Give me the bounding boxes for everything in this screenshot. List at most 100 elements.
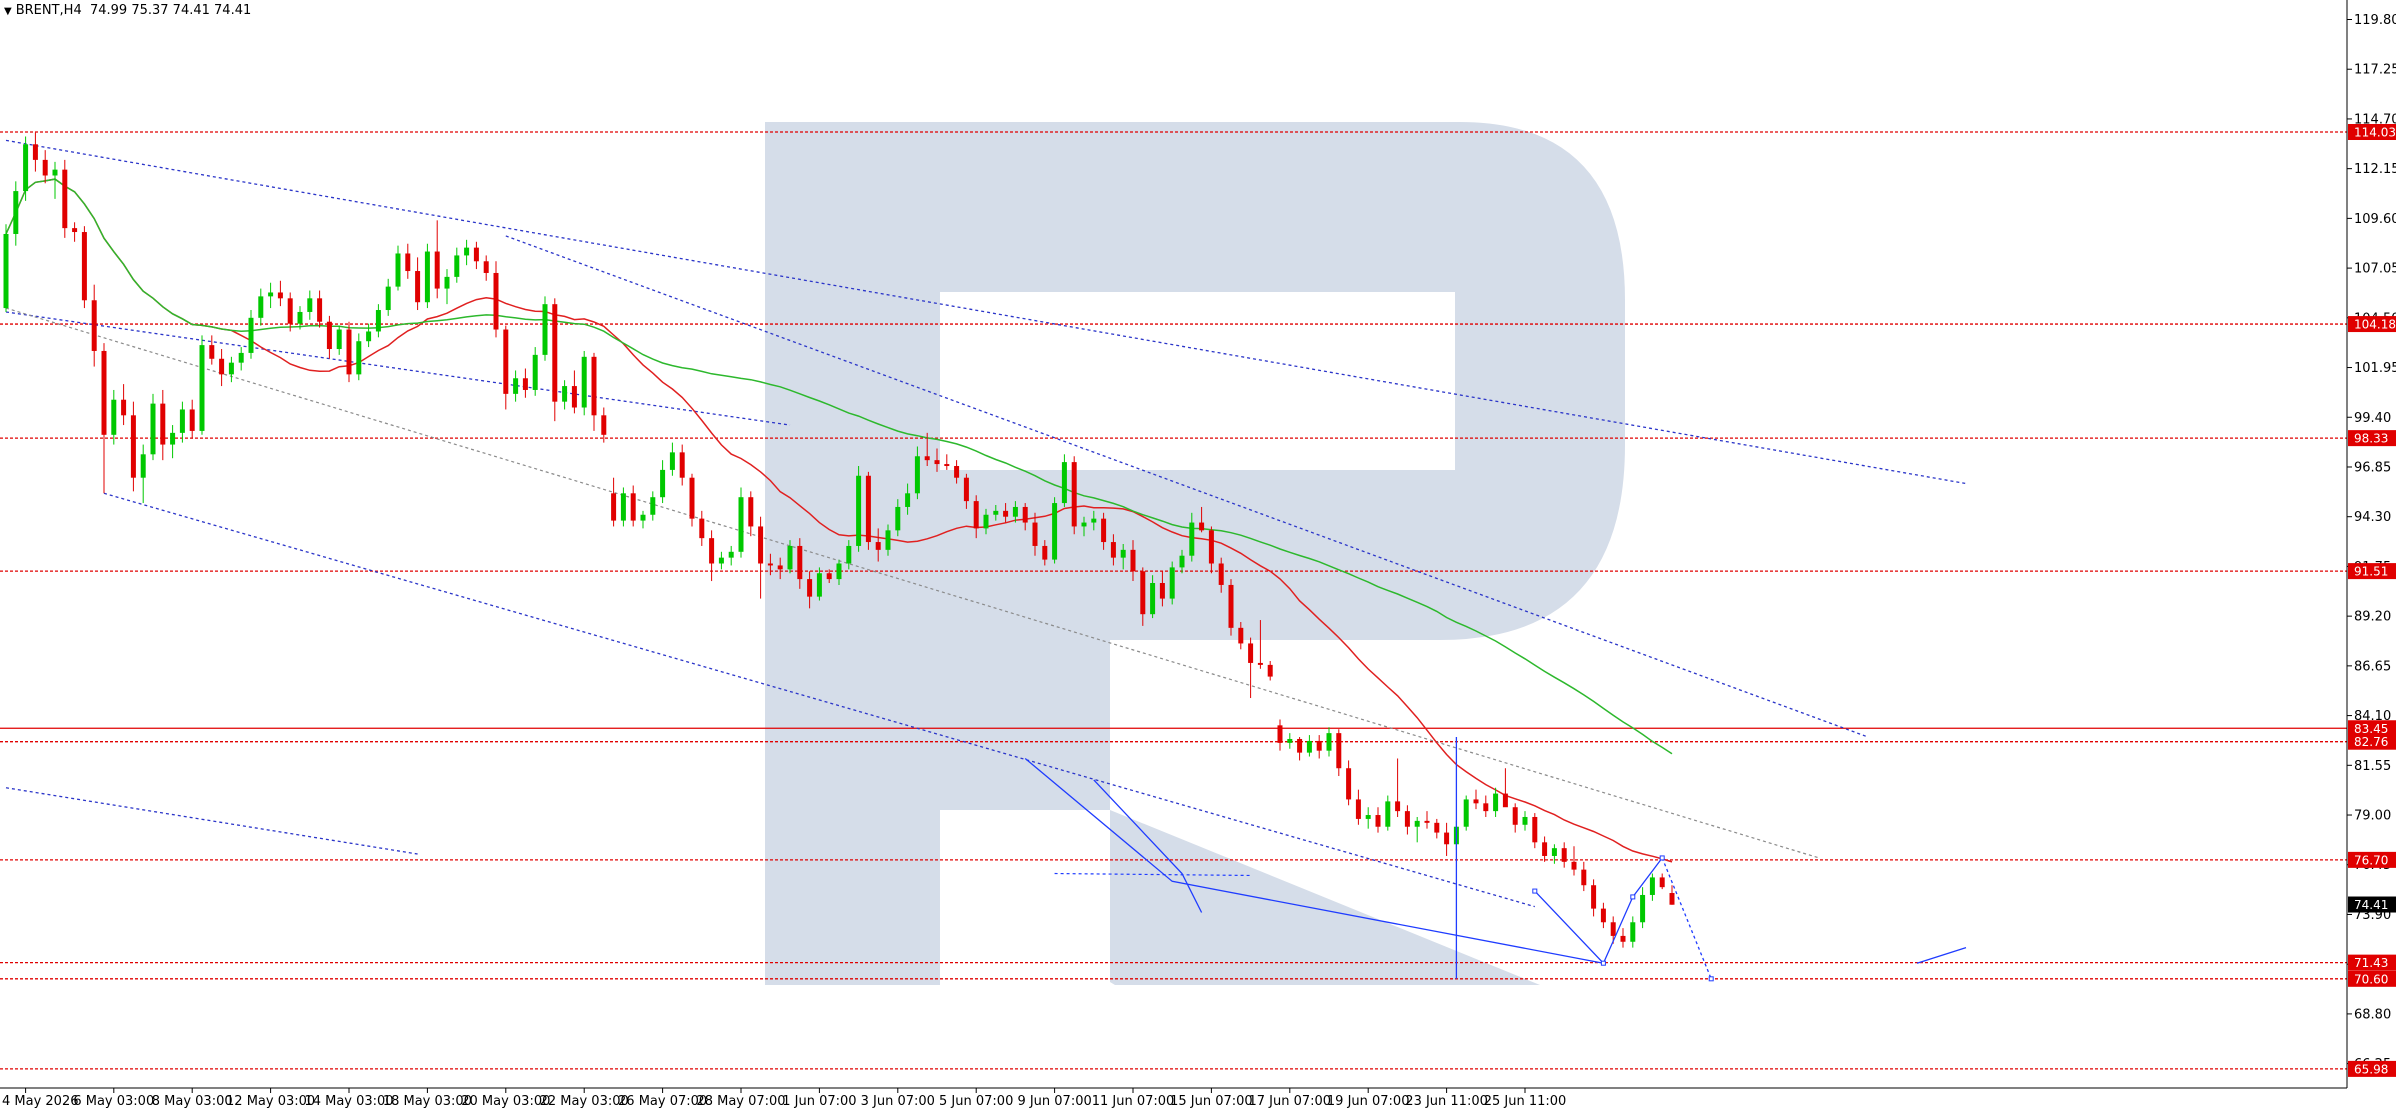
y-tick-label: 107.05: [2354, 262, 2396, 277]
candle-body: [189, 409, 195, 431]
candle-body: [1179, 555, 1185, 568]
candle-body: [924, 456, 930, 461]
candle-body: [1375, 815, 1381, 827]
candle-body: [630, 493, 636, 521]
candle-body: [1238, 627, 1244, 644]
candle-body: [42, 159, 48, 176]
forecast-point: [1630, 894, 1636, 900]
candle-body: [934, 460, 940, 465]
x-tick-label: 23 Jun 11:00: [1405, 1094, 1488, 1109]
candle-body: [718, 557, 724, 564]
candle-body: [1081, 522, 1087, 527]
y-tick-label: 109.60: [2354, 212, 2396, 227]
candle-body: [787, 545, 793, 570]
candle-body: [287, 298, 293, 324]
candle-body: [767, 563, 773, 566]
candle-body: [552, 304, 558, 402]
candle-body: [268, 292, 274, 297]
candle-body: [1130, 549, 1136, 572]
x-tick-label: 4 May 2026: [2, 1094, 79, 1109]
candle-body: [385, 286, 391, 311]
candle-body: [973, 501, 979, 529]
x-tick-label: 25 Jun 11:00: [1484, 1094, 1567, 1109]
candle-body: [444, 276, 450, 289]
price-chart[interactable]: 119.80117.25114.70112.15109.60107.05104.…: [0, 0, 2396, 1110]
candle-body: [728, 551, 734, 558]
candle-body: [1042, 545, 1048, 560]
candle-body: [591, 356, 597, 416]
candle-body: [111, 399, 117, 435]
candle-body: [522, 378, 528, 390]
candle-body: [1052, 503, 1058, 560]
x-tick-label: 22 May 03:00: [540, 1094, 629, 1109]
candle-body: [650, 497, 656, 515]
candle-body: [895, 506, 901, 531]
x-tick-label: 12 May 03:00: [226, 1094, 315, 1109]
candle-body: [1473, 799, 1479, 804]
candle-body: [1297, 738, 1303, 753]
forecast-dashed-line: [1661, 857, 1712, 980]
candle-body: [307, 298, 313, 312]
x-tick-label: 14 May 03:00: [304, 1094, 393, 1109]
candle-body: [72, 228, 78, 233]
candle-body: [1512, 807, 1518, 825]
candle-body: [121, 399, 127, 416]
level-price-label: 91.51: [2354, 565, 2388, 579]
candle-body: [454, 255, 460, 277]
candle-body: [601, 415, 607, 435]
candle-body: [91, 300, 97, 351]
candle-body: [660, 469, 666, 498]
candle-body: [758, 526, 764, 564]
candle-body: [1003, 510, 1009, 517]
candle-body: [140, 454, 146, 478]
candle-body: [1071, 462, 1077, 527]
candle-body: [1532, 816, 1538, 843]
candle-body: [1101, 518, 1107, 543]
candle-body: [503, 329, 509, 394]
candle-body: [1620, 935, 1626, 942]
candle-body: [816, 573, 822, 597]
candle-body: [885, 530, 891, 550]
level-price-label: 83.45: [2354, 722, 2388, 736]
candle-body: [1355, 799, 1361, 819]
level-price-label: 82.76: [2354, 735, 2388, 749]
candle-body: [1630, 922, 1636, 942]
candle-body: [1522, 816, 1528, 825]
candle-body: [1061, 462, 1067, 504]
y-tick-label: 96.85: [2354, 460, 2391, 475]
level-price-label: 71.43: [2354, 956, 2388, 970]
candle-body: [1395, 801, 1401, 812]
candle-body: [532, 354, 538, 390]
candle-body: [1336, 733, 1342, 769]
current-price-label: 74.41: [2354, 898, 2388, 912]
candle-body: [1120, 549, 1126, 558]
candle-body: [3, 233, 9, 309]
candle-body: [1199, 522, 1205, 531]
candle-body: [1610, 922, 1616, 936]
candle-body: [1669, 893, 1675, 905]
candle-body: [1091, 518, 1097, 523]
candle-body: [483, 261, 489, 273]
candle-body: [1316, 740, 1322, 751]
candle-body: [1600, 908, 1606, 923]
candle-body: [297, 311, 303, 324]
candle-body: [13, 191, 19, 234]
candle-body: [571, 386, 577, 408]
candle-body: [1189, 522, 1195, 556]
candle-body: [1248, 643, 1254, 663]
candle-body: [669, 452, 675, 470]
candle-body: [62, 169, 68, 229]
candle-body: [395, 253, 401, 287]
candle-body: [905, 493, 911, 507]
candle-body: [914, 456, 920, 494]
x-tick-label: 3 Jun 07:00: [861, 1094, 935, 1109]
candle-body: [954, 466, 960, 478]
x-tick-label: 17 Jun 07:00: [1249, 1094, 1332, 1109]
candle-body: [405, 253, 411, 272]
candle-body: [1228, 584, 1234, 628]
x-tick-label: 11 Jun 07:00: [1092, 1094, 1175, 1109]
candle-body: [807, 579, 813, 597]
candle-body: [679, 452, 685, 478]
y-tick-label: 101.95: [2354, 361, 2396, 376]
candle-body: [836, 563, 842, 580]
